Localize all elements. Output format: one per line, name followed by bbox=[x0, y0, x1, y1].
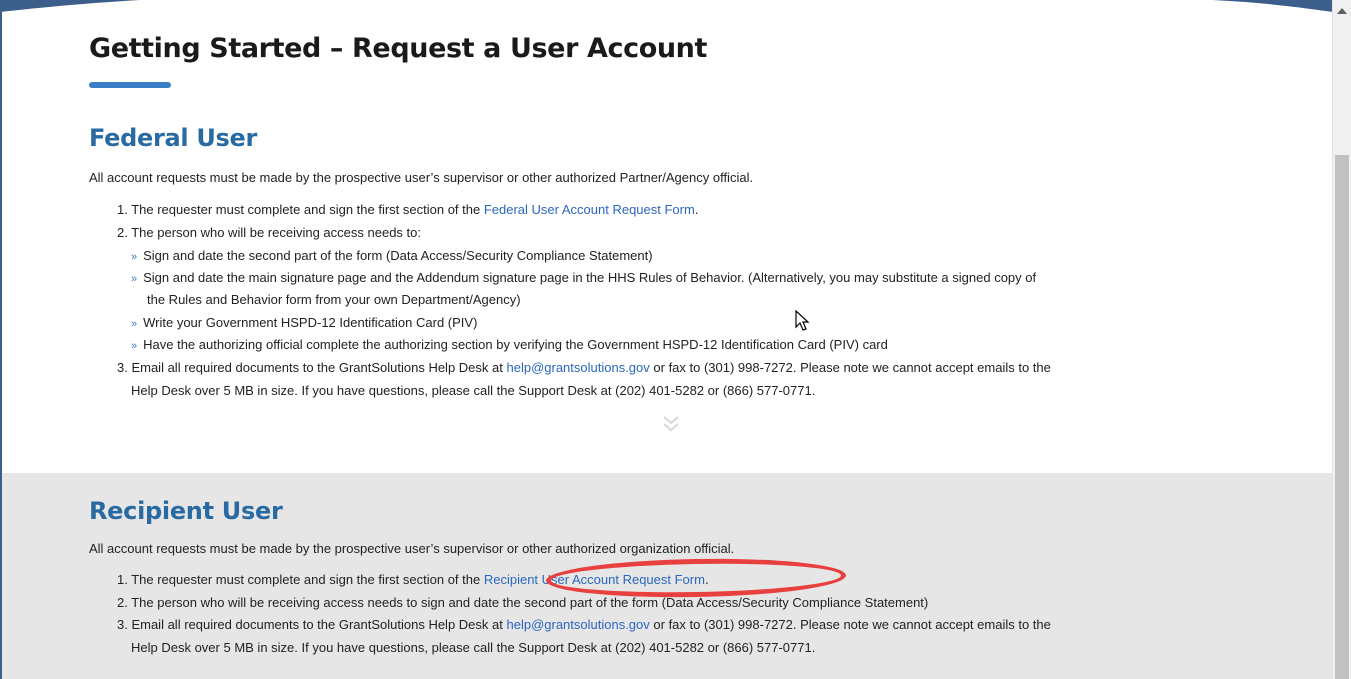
recipient-step-3-text: 3. Email all required documents to the G… bbox=[117, 617, 507, 632]
federal-sub-item-continuation: the Rules and Behavior form from your ow… bbox=[147, 292, 521, 307]
federal-step-3-suffix: or fax to (301) 998-7272. Please note we… bbox=[649, 360, 1051, 375]
header-curve-decoration bbox=[1213, 0, 1333, 12]
federal-user-heading: Federal User bbox=[89, 124, 258, 152]
bullet-icon: » bbox=[131, 251, 138, 263]
help-desk-email-link[interactable]: help@grantsolutions.gov bbox=[506, 360, 649, 375]
federal-step-3-continuation: Help Desk over 5 MB in size. If you have… bbox=[131, 383, 816, 398]
federal-sub-item-text: Have the authorizing official complete t… bbox=[143, 337, 888, 352]
vertical-scrollbar[interactable] bbox=[1332, 0, 1351, 679]
help-desk-email-link[interactable]: help@grantsolutions.gov bbox=[506, 617, 649, 632]
federal-step-2: 2. The person who will be receiving acce… bbox=[117, 225, 421, 240]
title-underline bbox=[89, 82, 171, 88]
federal-sub-item: » Sign and date the main signature page a… bbox=[131, 270, 1036, 285]
federal-sub-item: » Sign and date the second part of the fo… bbox=[131, 248, 653, 263]
recipient-user-heading: Recipient User bbox=[89, 497, 283, 525]
federal-step-1-text: 1. The requester must complete and sign … bbox=[117, 202, 484, 217]
scroll-up-arrow-icon[interactable] bbox=[1337, 8, 1347, 14]
federal-sub-item-text: Write your Government HSPD-12 Identifica… bbox=[143, 315, 478, 330]
federal-sub-item-text: Sign and date the second part of the for… bbox=[143, 248, 653, 263]
federal-step-3: 3. Email all required documents to the G… bbox=[117, 360, 1051, 375]
federal-user-account-request-form-link[interactable]: Federal User Account Request Form bbox=[484, 202, 695, 217]
federal-step-1: 1. The requester must complete and sign … bbox=[117, 202, 698, 217]
recipient-step-2: 2. The person who will be receiving acce… bbox=[117, 595, 929, 610]
federal-sub-item: » Have the authorizing official complete … bbox=[131, 337, 888, 352]
recipient-intro-text: All account requests must be made by the… bbox=[89, 541, 735, 556]
federal-step-3-text: 3. Email all required documents to the G… bbox=[117, 360, 507, 375]
federal-step-1-suffix: . bbox=[694, 202, 699, 217]
federal-sub-item-text: Sign and date the main signature page an… bbox=[143, 270, 1037, 285]
recipient-step-3-continuation: Help Desk over 5 MB in size. If you have… bbox=[131, 640, 816, 655]
mouse-cursor-icon bbox=[795, 310, 810, 331]
recipient-step-3-suffix: or fax to (301) 998-7272. Please note we… bbox=[649, 617, 1051, 632]
chevron-double-down-icon[interactable] bbox=[660, 414, 682, 434]
recipient-step-3: 3. Email all required documents to the G… bbox=[117, 617, 1051, 632]
bullet-icon: » bbox=[131, 273, 138, 285]
window-frame-edge bbox=[0, 0, 2, 679]
page-title: Getting Started – Request a User Account bbox=[89, 33, 708, 64]
federal-intro-text: All account requests must be made by the… bbox=[89, 170, 754, 185]
scrollbar-thumb[interactable] bbox=[1335, 155, 1349, 679]
bullet-icon: » bbox=[131, 340, 138, 352]
header-curve-decoration bbox=[0, 0, 140, 12]
bullet-icon: » bbox=[131, 318, 138, 330]
recipient-step-1-text: 1. The requester must complete and sign … bbox=[117, 572, 484, 587]
federal-sub-item: » Write your Government HSPD-12 Identific… bbox=[131, 315, 477, 330]
